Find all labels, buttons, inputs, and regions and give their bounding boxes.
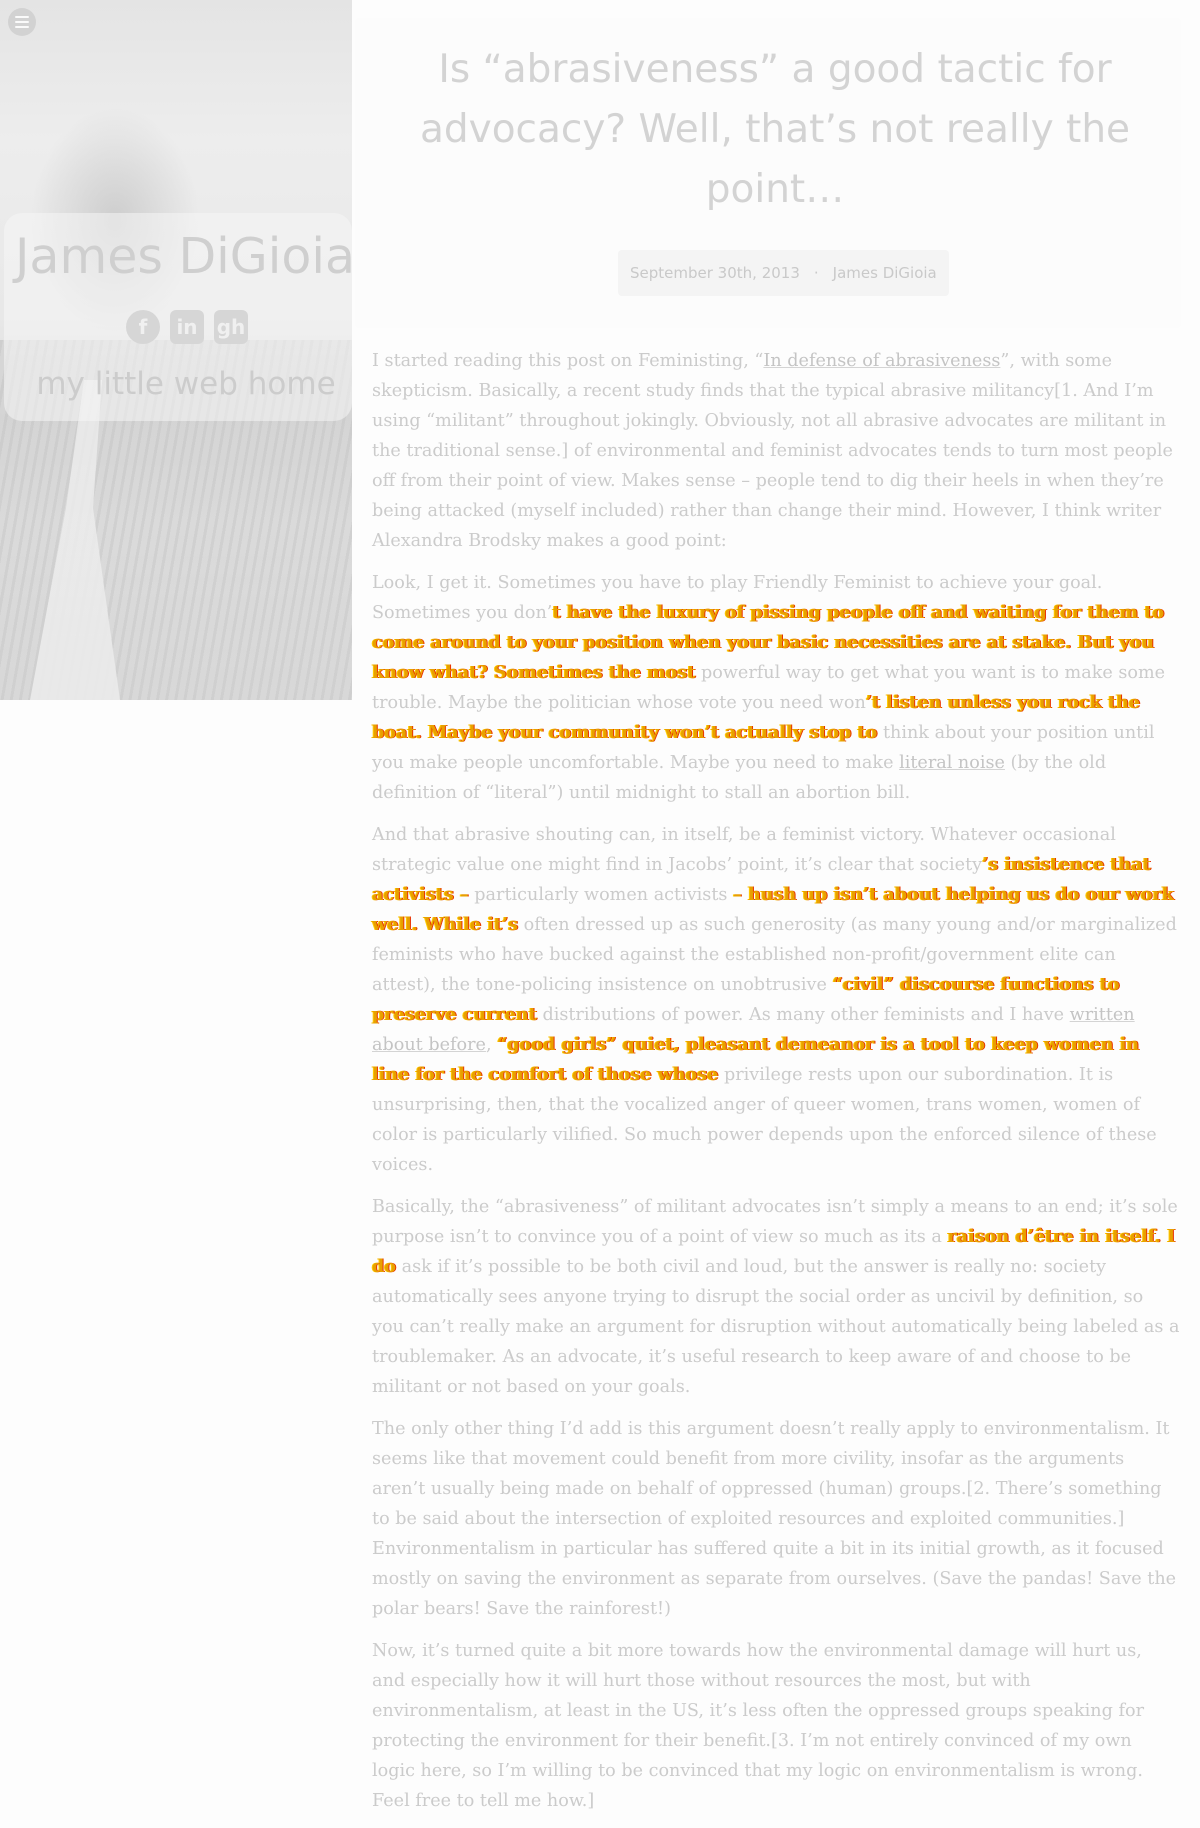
post-date[interactable]: September 30th, 2013: [630, 264, 800, 282]
paragraph-6: Now, it’s turned quite a bit more toward…: [372, 1641, 1144, 1811]
post-author[interactable]: James DiGioia: [833, 264, 937, 282]
paragraph-1: I started reading this post on Feministi…: [372, 346, 1180, 556]
text: distributions of power. As many other fe…: [542, 1005, 1070, 1025]
text: ”, with some skepticism. Basically, a re…: [372, 351, 1173, 551]
post-content: I started reading this post on Feministi…: [372, 346, 1180, 1828]
site-tagline: my little web home: [36, 366, 336, 402]
linkedin-icon[interactable]: in: [170, 310, 204, 344]
hamburger-line: [15, 21, 29, 23]
sidebar: James DiGioia f in gh my little web home: [0, 0, 355, 700]
text: particularly women activists: [474, 885, 734, 905]
blockquote-paragraph-1: Look, I get it. Sometimes you have to pl…: [372, 568, 1180, 808]
post-meta: September 30th, 2013 · James DiGioia: [618, 250, 949, 296]
literal-noise-link[interactable]: literal noise: [899, 753, 1005, 773]
text: ,: [485, 1035, 498, 1055]
hamburger-line: [15, 16, 29, 18]
hamburger-line: [15, 26, 29, 28]
meta-separator: ·: [813, 264, 819, 282]
menu-toggle-button[interactable]: [8, 8, 36, 36]
text: ask if it’s possible to be both civil an…: [372, 1257, 1180, 1397]
facebook-icon[interactable]: f: [126, 310, 160, 344]
paragraph-4: Basically, the “abrasiveness” of militan…: [372, 1192, 1180, 1402]
paragraph-5: The only other thing I’d add is this arg…: [372, 1419, 1177, 1619]
social-links: f in gh: [126, 310, 248, 344]
site-title[interactable]: James DiGioia: [0, 228, 370, 285]
github-icon[interactable]: gh: [214, 310, 248, 344]
abrasiveness-link[interactable]: In defense of abrasiveness: [763, 351, 1000, 371]
text: I started reading this post on Feministi…: [372, 351, 764, 371]
blockquote-paragraph-2: And that abrasive shouting can, in itsel…: [372, 820, 1180, 1180]
post-title: Is “abrasiveness” a good tactic for advo…: [419, 47, 1131, 212]
